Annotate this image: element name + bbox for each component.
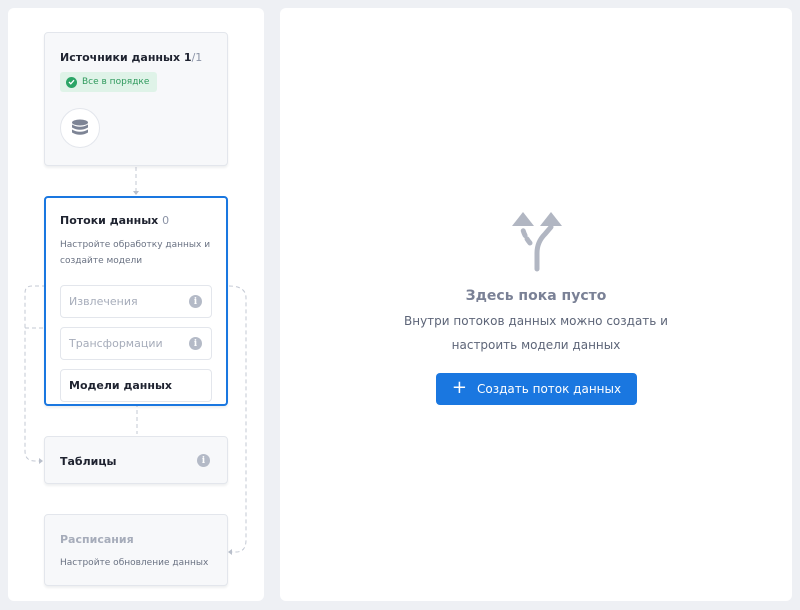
data-models-item[interactable]: Модели данных — [60, 369, 212, 402]
schedules-card: Расписания Настройте обновление данных — [44, 514, 228, 586]
data-flows-description-line: создайте модели — [60, 256, 143, 266]
data-sources-card[interactable]: Источники данных 1/1 Все в порядке — [44, 32, 228, 166]
data-flows-card[interactable]: Потоки данных 0 Настройте обработку данн… — [44, 196, 228, 406]
data-flows-title: Потоки данных 0 — [60, 214, 169, 227]
extractions-label: Извлечения — [69, 295, 138, 308]
status-badge-label: Все в порядке — [82, 77, 150, 87]
schedules-title: Расписания — [60, 533, 134, 546]
create-data-flow-button[interactable]: + Создать поток данных — [436, 373, 637, 405]
empty-state-title: Здесь пока пусто — [465, 288, 607, 304]
tables-card[interactable]: Таблицы i — [44, 436, 228, 484]
plus-icon: + — [451, 377, 467, 398]
transformations-label: Трансформации — [69, 337, 163, 350]
data-flows-label: Потоки данных — [60, 214, 159, 227]
info-icon[interactable]: i — [189, 295, 202, 308]
status-badge: Все в порядке — [60, 72, 158, 92]
check-circle-icon — [66, 76, 77, 88]
data-sources-label: Источники данных — [60, 51, 181, 64]
info-icon[interactable]: i — [197, 454, 210, 467]
content-panel — [280, 8, 792, 601]
data-flows-count: 0 — [162, 214, 170, 227]
data-flows-description: Настройте обработку данных и создайте мо… — [60, 237, 210, 269]
database-icon — [60, 108, 100, 148]
extractions-item[interactable]: Извлечения i — [60, 285, 212, 318]
data-sources-title: Источники данных 1/1 — [60, 51, 202, 64]
data-flows-description-line: Настройте обработку данных и — [60, 240, 211, 250]
create-data-flow-label: Создать поток данных — [476, 382, 622, 396]
branch-arrows-icon — [506, 206, 570, 272]
tables-title: Таблицы — [60, 455, 117, 468]
data-models-label: Модели данных — [69, 379, 172, 392]
data-sources-total: /1 — [191, 51, 203, 64]
transformations-item[interactable]: Трансформации i — [60, 327, 212, 360]
data-sources-count: 1 — [183, 51, 192, 64]
info-icon[interactable]: i — [189, 337, 202, 350]
schedules-description: Настройте обновление данных — [60, 558, 209, 568]
empty-state-description: настроить модели данных — [451, 338, 621, 352]
empty-state-description: Внутри потоков данных можно создать и — [404, 314, 668, 328]
